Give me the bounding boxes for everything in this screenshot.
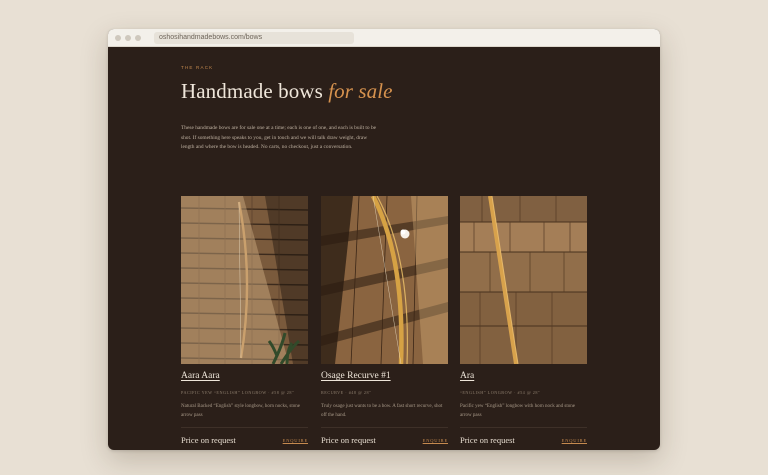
bow-photo-image [181,196,308,364]
bow-meta: PACIFIC YEW “ENGLISH” LONGBOW · #58 @ 28… [181,390,295,395]
browser-window: oshosihandmadebows.com/bows THE RACK Han… [108,29,660,450]
page-title: Handmade bows for sale [181,79,393,104]
bow-photo[interactable] [181,196,308,364]
bow-description: Truly osage just wants to be a bow. A fa… [321,404,443,418]
section-eyebrow: THE RACK [181,65,214,70]
bow-price: Price on request [181,435,236,445]
window-maximize-dot[interactable] [135,35,141,41]
bow-photo[interactable] [460,196,587,364]
window-close-dot[interactable] [115,35,121,41]
address-bar[interactable]: oshosihandmadebows.com/bows [154,32,354,44]
page-content: THE RACK Handmade bows for sale These ha… [108,47,660,450]
divider [321,427,448,428]
bow-card: Aara Aara PACIFIC YEW “ENGLISH” LONGBOW … [181,196,308,445]
window-minimize-dot[interactable] [125,35,131,41]
title-accent: for sale [328,79,393,103]
bow-photo-image [460,196,587,364]
bow-title-link[interactable]: Ara [460,371,474,381]
bow-card: Osage Recurve #1 RECURVE · #48 @ 28″ Tru… [321,196,448,445]
bow-price: Price on request [460,435,515,445]
intro-paragraph: These handmade bows are for sale one at … [181,125,377,151]
enquire-link[interactable]: ENQUIRE [423,438,448,443]
bow-title-link[interactable]: Aara Aara [181,371,220,381]
bow-photo-image [321,196,448,364]
bow-title-link[interactable]: Osage Recurve #1 [321,371,391,381]
divider [181,427,308,428]
bow-photo[interactable] [321,196,448,364]
bow-card: Ara “ENGLISH” LONGBOW · #54 @ 28″ Pacifi… [460,196,587,445]
browser-toolbar: oshosihandmadebows.com/bows [108,29,660,47]
enquire-link[interactable]: ENQUIRE [562,438,587,443]
bow-meta: “ENGLISH” LONGBOW · #54 @ 28″ [460,390,541,395]
bow-price: Price on request [321,435,376,445]
bow-description: Pacific yew “English” longbow with horn … [460,404,575,418]
enquire-link[interactable]: ENQUIRE [283,438,308,443]
bow-meta: RECURVE · #48 @ 28″ [321,390,372,395]
divider [460,427,587,428]
bow-description: Natural Backed “English” style longbow, … [181,404,300,418]
title-main: Handmade bows [181,79,329,103]
